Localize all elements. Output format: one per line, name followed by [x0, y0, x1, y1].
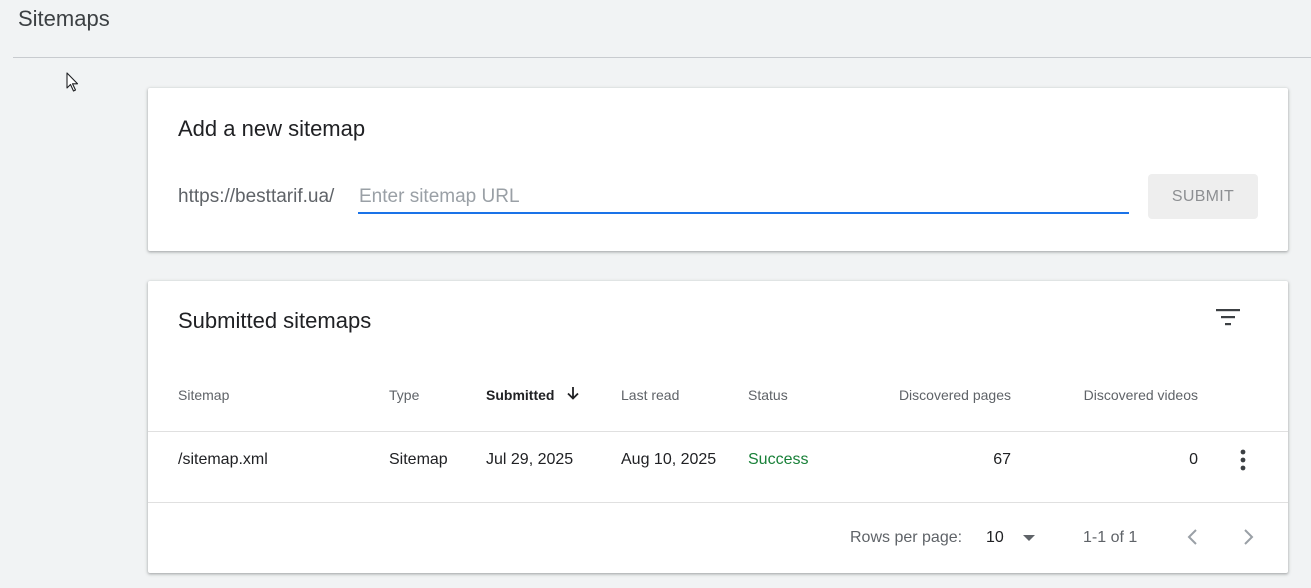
filter-icon[interactable]: [1212, 305, 1244, 329]
add-sitemap-title: Add a new sitemap: [178, 116, 366, 141]
header-divider: [13, 57, 1311, 58]
cell-discovered-pages: 67: [993, 451, 1011, 468]
add-sitemap-card: Add a new sitemap https://besttarif.ua/ …: [148, 88, 1288, 251]
column-header-discovered-pages[interactable]: Discovered pages: [848, 387, 1011, 403]
column-header-discovered-videos[interactable]: Discovered videos: [1028, 387, 1198, 403]
rows-per-page-label: Rows per page:: [850, 529, 963, 546]
column-header-status[interactable]: Status: [748, 387, 788, 403]
column-header-submitted[interactable]: Submitted: [486, 387, 554, 403]
table-divider: [148, 431, 1288, 432]
rows-per-page-value: 10: [986, 529, 1004, 546]
cell-sitemap: /sitemap.xml: [178, 451, 268, 468]
rows-per-page-select[interactable]: 10: [984, 523, 1042, 551]
cell-discovered-videos: 0: [1189, 451, 1198, 468]
sitemap-url-input[interactable]: [358, 182, 1129, 214]
submitted-sitemaps-card: Submitted sitemaps Sitemap Type Submitte…: [148, 281, 1288, 573]
column-header-sitemap[interactable]: Sitemap: [178, 387, 229, 403]
chevron-left-icon[interactable]: [1180, 523, 1206, 551]
caret-down-icon: [1023, 535, 1035, 541]
sitemap-url-prefix: https://besttarif.ua/: [178, 186, 335, 207]
submitted-sitemaps-title: Submitted sitemaps: [178, 308, 372, 333]
column-header-type[interactable]: Type: [389, 387, 419, 403]
arrow-down-icon[interactable]: [565, 385, 581, 401]
page-title: Sitemaps: [18, 6, 110, 31]
mouse-pointer-icon: [66, 72, 79, 92]
submit-button[interactable]: SUBMIT: [1148, 174, 1258, 219]
column-header-last-read[interactable]: Last read: [621, 387, 679, 403]
more-vert-icon[interactable]: [1233, 447, 1253, 473]
table-divider: [148, 502, 1288, 503]
cell-type: Sitemap: [389, 451, 448, 468]
cell-last-read: Aug 10, 2025: [621, 451, 717, 468]
chevron-right-icon[interactable]: [1235, 523, 1261, 551]
cell-submitted: Jul 29, 2025: [486, 451, 574, 468]
cell-status: Success: [748, 451, 809, 468]
pagination-range: 1-1 of 1: [1083, 529, 1138, 546]
